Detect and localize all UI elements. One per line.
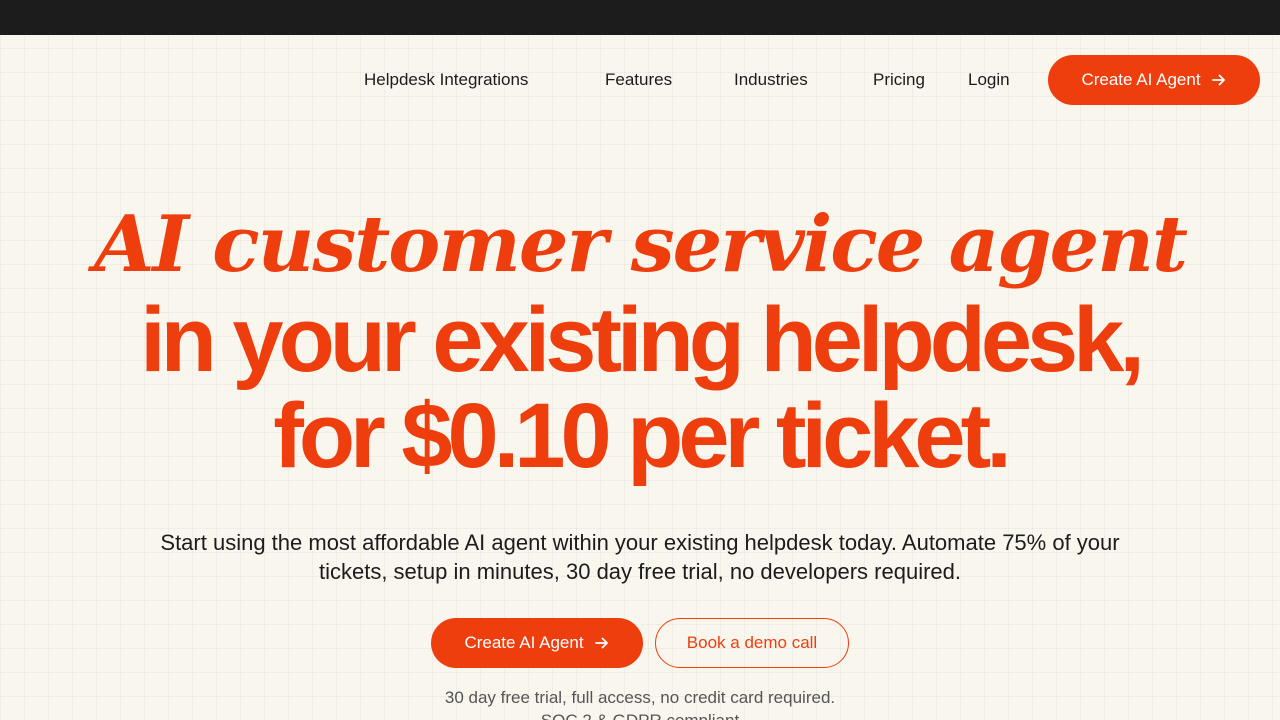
main-nav: Helpdesk Integrations Features Industrie…	[0, 55, 1280, 105]
nav-create-agent-button[interactable]: Create AI Agent	[1048, 55, 1260, 105]
hero-headline-line-3: for $0.10 per ticket.	[273, 385, 1012, 487]
nav-link-login[interactable]: Login	[968, 55, 1010, 105]
arrow-right-icon	[594, 635, 610, 651]
arrow-right-icon	[1211, 72, 1227, 88]
nav-link-pricing[interactable]: Pricing	[873, 55, 925, 105]
nav-create-agent-label: Create AI Agent	[1081, 70, 1201, 89]
hero-subtitle: Start using the most affordable AI agent…	[160, 530, 1120, 584]
compliance-note: SOC 2 & GDPR compliant	[0, 710, 1280, 720]
nav-link-industries[interactable]: Industries	[734, 55, 808, 105]
hero-create-agent-label: Create AI Agent	[464, 633, 584, 652]
trial-note: 30 day free trial, full access, no credi…	[444, 688, 836, 707]
top-bar	[0, 0, 1280, 35]
nav-link-helpdesk-integrations[interactable]: Helpdesk Integrations	[364, 55, 528, 105]
book-demo-button[interactable]: Book a demo call	[655, 618, 849, 668]
hero-headline-line-2: in your existing helpdesk,	[140, 289, 1145, 391]
hero-headline-line-1: AI customer service agent	[93, 199, 1188, 290]
nav-link-features[interactable]: Features	[605, 55, 672, 105]
hero-create-agent-button[interactable]: Create AI Agent	[431, 618, 643, 668]
book-demo-label: Book a demo call	[686, 633, 818, 652]
